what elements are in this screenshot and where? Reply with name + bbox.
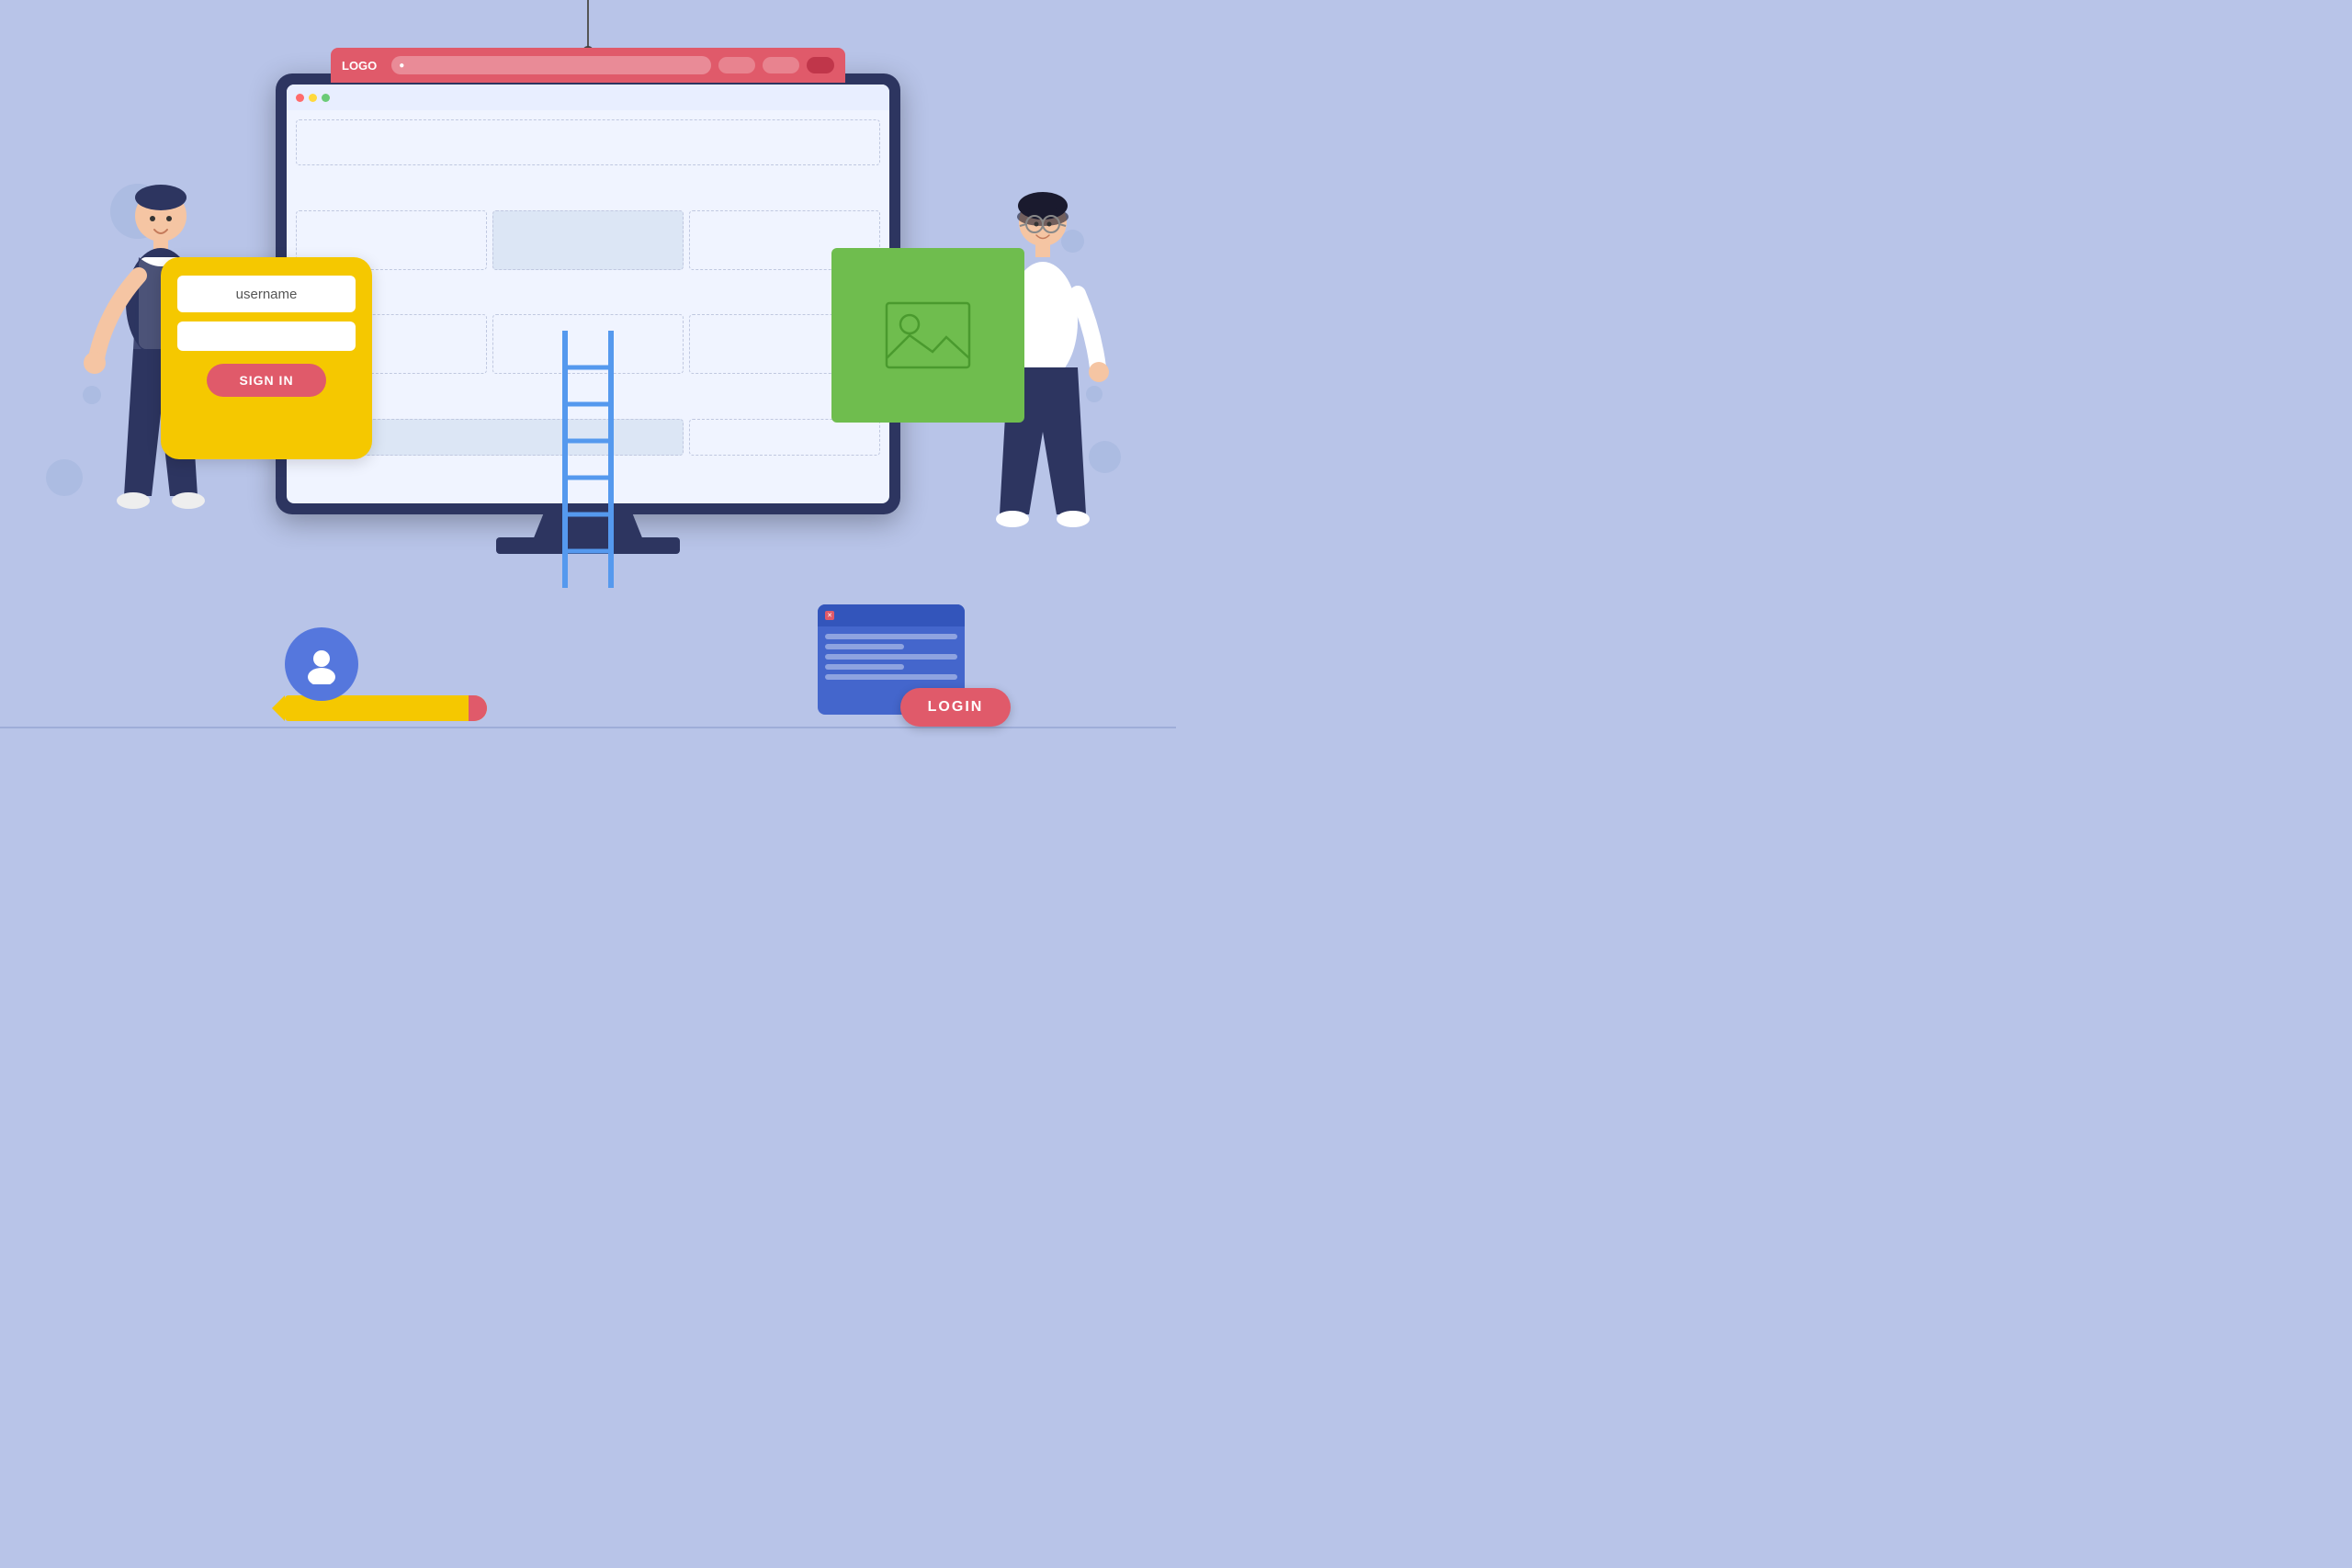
ground-line — [0, 727, 1176, 728]
signin-button[interactable]: SIGN IN — [207, 364, 326, 397]
user-icon — [301, 644, 342, 684]
dot-yellow — [309, 94, 317, 102]
login-button-label: LOGIN — [928, 699, 984, 716]
login-card: username SIGN IN — [161, 257, 372, 459]
browser-bar: LOGO ● — [331, 48, 845, 83]
browser-logo: LOGO — [342, 59, 377, 73]
dialog-content — [818, 626, 965, 687]
screen-block-banner — [296, 119, 880, 165]
username-field[interactable]: username — [177, 276, 356, 312]
dialog-line-5 — [825, 674, 957, 680]
ladder-svg — [556, 331, 620, 588]
screen-top-bar — [287, 85, 889, 110]
hanging-wire — [587, 0, 589, 51]
dialog-header: ✕ — [818, 604, 965, 626]
pencil-eraser — [469, 695, 487, 721]
search-icon: ● — [399, 61, 404, 71]
dialog-close-button[interactable]: ✕ — [825, 611, 834, 620]
username-label: username — [236, 287, 298, 302]
dialog-line-2 — [825, 644, 904, 649]
login-button[interactable]: LOGIN — [900, 688, 1011, 727]
pencil-tip — [272, 695, 285, 721]
browser-search-bar[interactable]: ● — [391, 56, 711, 74]
dot-green — [322, 94, 330, 102]
browser-close-button[interactable] — [807, 57, 834, 73]
ladder — [556, 331, 620, 588]
signin-label: SIGN IN — [239, 373, 293, 388]
browser-button-1[interactable] — [718, 57, 755, 73]
browser-button-2[interactable] — [763, 57, 799, 73]
screen-block-r2c2 — [492, 210, 684, 270]
user-icon-circle — [285, 627, 358, 701]
password-field[interactable] — [177, 321, 356, 351]
dialog-line-1 — [825, 634, 957, 639]
screen-block-r4c3 — [689, 419, 880, 456]
image-icon — [882, 299, 974, 372]
image-placeholder — [831, 248, 1024, 423]
dialog-line-3 — [825, 654, 957, 660]
dialog-line-4 — [825, 664, 904, 670]
dot-red — [296, 94, 304, 102]
